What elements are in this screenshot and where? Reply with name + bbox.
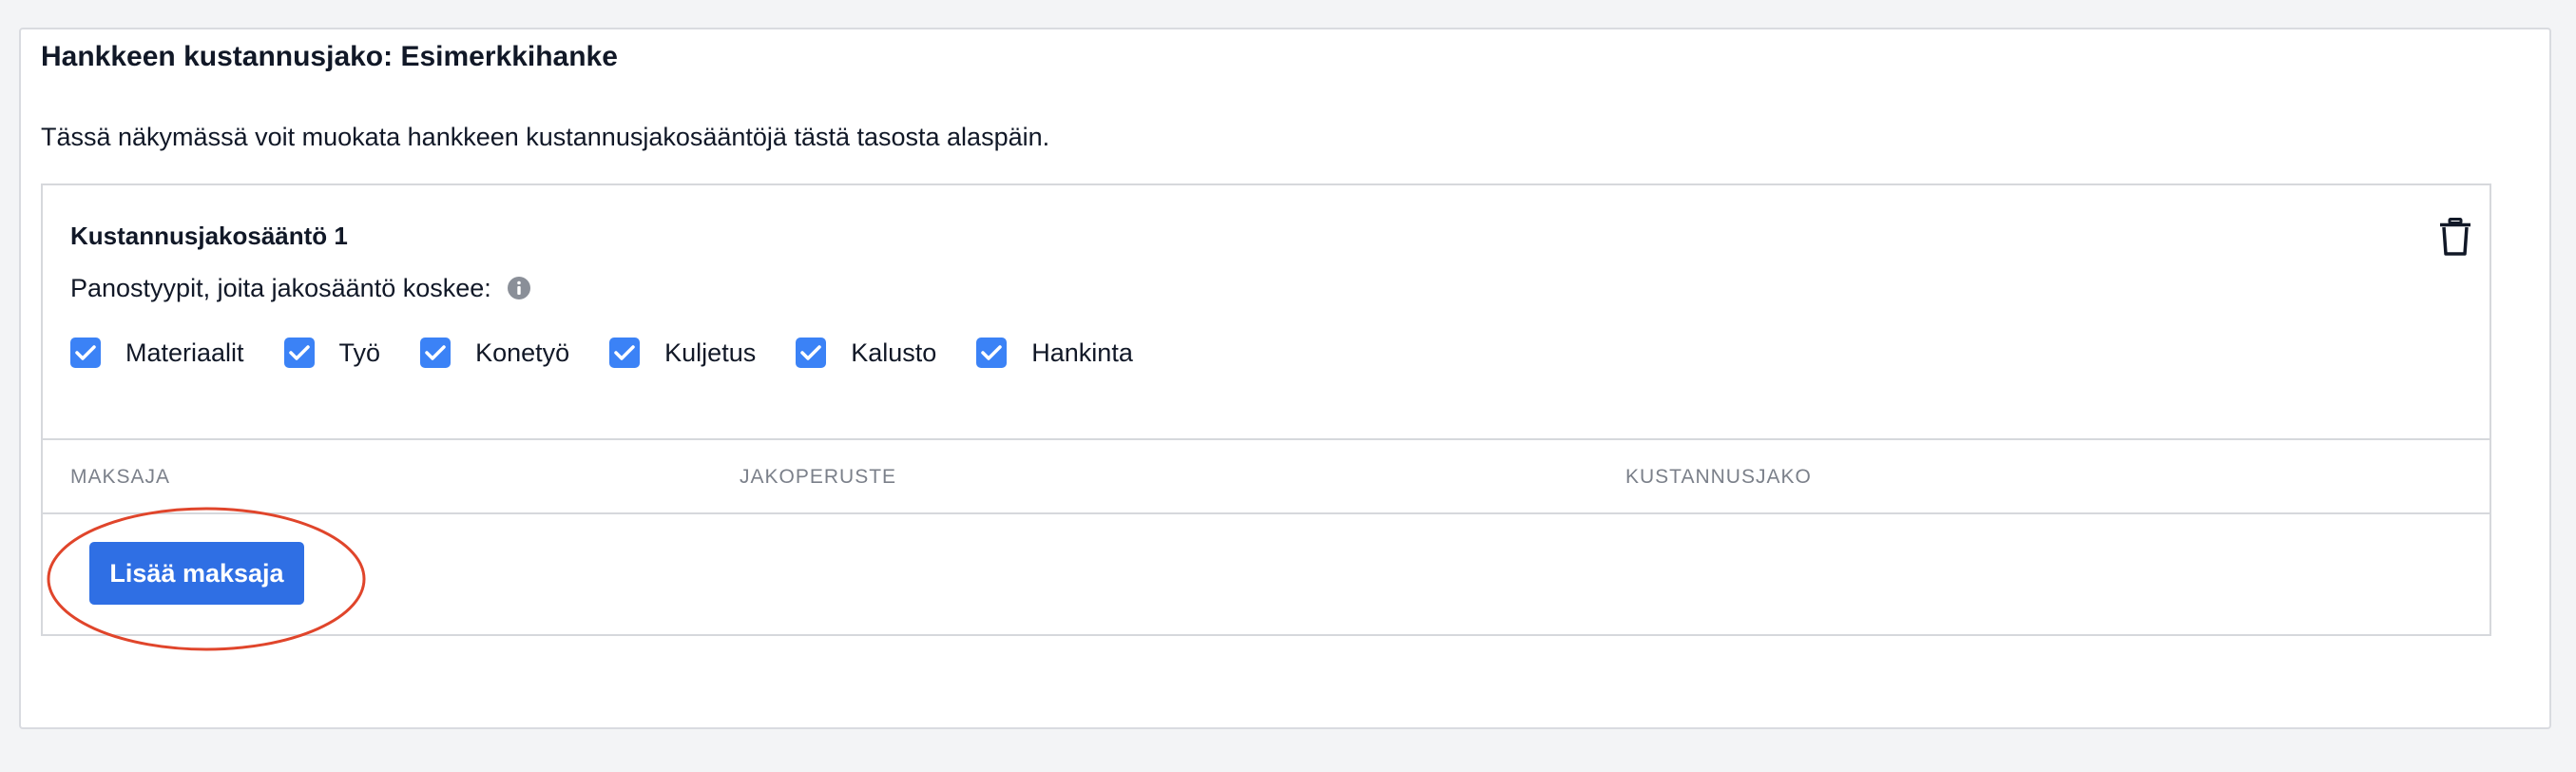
input-type-checkboxes: Materiaalit Työ Konetyö Kuljetus Kalusto [70, 338, 1173, 369]
checkbox-checked[interactable] [976, 338, 1008, 369]
checkmark-icon [614, 345, 635, 360]
checkmark-icon [800, 345, 821, 360]
checkbox-label: Materiaalit [125, 338, 244, 367]
checkmark-icon [425, 345, 446, 360]
column-header-kustannusjako: KUSTANNUSJAKO [1625, 466, 1812, 488]
checkbox-label: Työ [338, 338, 381, 367]
checkmark-icon [981, 345, 1003, 360]
checkbox-label: Konetyö [475, 338, 570, 367]
page-title: Hankkeen kustannusjako: Esimerkkihanke [41, 41, 618, 72]
column-header-maksaja: MAKSAJA [70, 466, 171, 488]
checkbox-konetyo[interactable]: Konetyö [420, 338, 570, 369]
info-icon[interactable] [507, 276, 531, 300]
checkbox-label: Hankinta [1031, 338, 1133, 367]
checkbox-tyo[interactable]: Työ [283, 338, 381, 369]
delete-rule-button[interactable] [2436, 214, 2474, 260]
checkmark-icon [75, 345, 96, 360]
checkbox-checked[interactable] [609, 338, 641, 369]
checkbox-kalusto[interactable]: Kalusto [796, 338, 937, 369]
checkbox-kuljetus[interactable]: Kuljetus [609, 338, 757, 369]
checkbox-materiaalit[interactable]: Materiaalit [70, 338, 244, 369]
add-payer-button[interactable]: Lisää maksaja [89, 542, 304, 605]
payer-table-header: MAKSAJA JAKOPERUSTE KUSTANNUSJAKO [43, 438, 2489, 514]
input-types-label: Panostyypit, joita jakosääntö koskee: [70, 274, 491, 302]
checkbox-label: Kalusto [851, 338, 937, 367]
column-header-jakoperuste: JAKOPERUSTE [740, 466, 897, 488]
checkbox-checked[interactable] [70, 338, 101, 369]
allocation-rule-panel: Kustannusjakosääntö 1 Panostyypit, joita… [41, 183, 2491, 636]
input-types-row: Panostyypit, joita jakosääntö koskee: [70, 273, 531, 303]
checkbox-checked[interactable] [283, 338, 315, 369]
trash-icon [2440, 218, 2470, 256]
checkbox-hankinta[interactable]: Hankinta [976, 338, 1133, 369]
checkbox-checked[interactable] [420, 338, 452, 369]
rule-title: Kustannusjakosääntö 1 [70, 222, 348, 250]
checkbox-label: Kuljetus [664, 338, 757, 367]
page-intro: Tässä näkymässä voit muokata hankkeen ku… [41, 123, 1050, 151]
checkbox-checked[interactable] [796, 338, 827, 369]
checkmark-icon [288, 345, 310, 360]
